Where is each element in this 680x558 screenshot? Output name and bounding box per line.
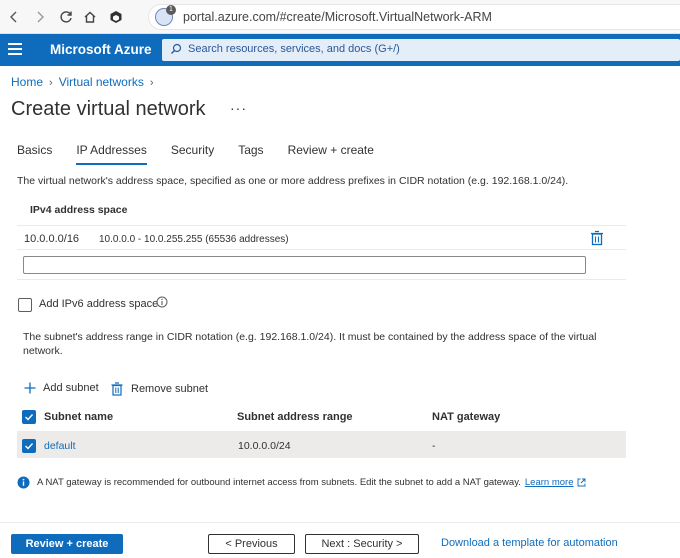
trash-icon: [111, 382, 123, 396]
divider: [17, 225, 626, 226]
external-link-icon[interactable]: [577, 478, 586, 487]
subnet-name-link[interactable]: default: [44, 440, 76, 452]
previous-button[interactable]: < Previous: [208, 534, 295, 554]
address-space-cidr: 10.0.0.0/16: [24, 233, 80, 245]
more-options-button[interactable]: ···: [230, 100, 247, 116]
row-checkbox[interactable]: [22, 439, 36, 453]
tab-security[interactable]: Security: [171, 143, 214, 165]
delete-address-space-icon[interactable]: [590, 230, 604, 246]
nat-info-text: A NAT gateway is recommended for outboun…: [37, 477, 521, 488]
chevron-right-icon: ›: [149, 77, 154, 89]
table-row[interactable]: [17, 432, 626, 458]
ipv6-label: Add IPv6 address space: [39, 298, 159, 310]
tab-bar: Basics IP Addresses Security Tags Review…: [17, 143, 398, 165]
refresh-button[interactable]: [56, 7, 76, 27]
chevron-right-icon: ›: [49, 77, 53, 89]
search-icon: [171, 43, 182, 54]
browser-toolbar: 1 portal.azure.com/#create/Microsoft.Vir…: [0, 0, 680, 34]
home-button[interactable]: [80, 7, 100, 27]
footer-divider: [0, 522, 680, 523]
address-bar[interactable]: 1 portal.azure.com/#create/Microsoft.Vir…: [148, 4, 680, 30]
breadcrumb-home[interactable]: Home: [11, 75, 43, 89]
ipv6-checkbox[interactable]: [18, 298, 32, 312]
subnet-address-range: 10.0.0.0/24: [238, 440, 291, 452]
extension-button[interactable]: [106, 7, 126, 27]
nat-info-message: A NAT gateway is recommended for outboun…: [17, 476, 586, 489]
tab-basics[interactable]: Basics: [17, 143, 52, 165]
add-subnet-button[interactable]: Add subnet: [24, 382, 99, 394]
review-create-button[interactable]: Review + create: [11, 534, 123, 554]
add-subnet-label: Add subnet: [43, 382, 99, 394]
subnet-nat-gateway: -: [432, 440, 436, 452]
divider: [17, 249, 626, 250]
info-icon[interactable]: [156, 296, 168, 308]
tab-tags[interactable]: Tags: [238, 143, 263, 165]
column-header-nat-gateway: NAT gateway: [432, 411, 501, 423]
address-space-description: The virtual network's address space, spe…: [17, 175, 569, 187]
ipv4-address-space-header: IPv4 address space: [30, 204, 128, 216]
search-input[interactable]: Search resources, services, and docs (G+…: [162, 39, 680, 61]
tab-ip-addresses[interactable]: IP Addresses: [76, 143, 147, 165]
breadcrumb-virtual-networks[interactable]: Virtual networks: [59, 75, 144, 89]
cube-icon: [110, 11, 122, 23]
learn-more-link[interactable]: Learn more: [525, 477, 574, 488]
url-text: portal.azure.com/#create/Microsoft.Virtu…: [183, 10, 492, 24]
plus-icon: [24, 382, 36, 394]
subnet-description: The subnet's address range in CIDR notat…: [23, 331, 597, 357]
download-template-link[interactable]: Download a template for automation: [441, 537, 618, 549]
menu-icon[interactable]: [8, 43, 22, 57]
tab-review-create[interactable]: Review + create: [288, 143, 374, 165]
search-placeholder: Search resources, services, and docs (G+…: [188, 43, 400, 55]
checkmark-icon: [25, 414, 34, 421]
page-title: Create virtual network: [11, 98, 206, 120]
brand-name[interactable]: Microsoft Azure: [50, 42, 152, 57]
divider: [17, 279, 626, 280]
new-address-space-input[interactable]: [23, 256, 586, 274]
home-icon: [84, 11, 96, 23]
azure-top-bar: Microsoft Azure Search resources, servic…: [0, 34, 680, 66]
column-header-subnet-name: Subnet name: [44, 411, 114, 423]
breadcrumb: Home › Virtual networks ›: [11, 75, 160, 89]
checkmark-icon: [25, 443, 34, 450]
refresh-icon: [60, 11, 72, 23]
remove-subnet-button[interactable]: Remove subnet: [111, 382, 208, 396]
back-button[interactable]: [4, 7, 24, 27]
forward-arrow-icon: [37, 11, 44, 23]
next-security-button[interactable]: Next : Security >: [305, 534, 419, 554]
remove-subnet-label: Remove subnet: [131, 383, 209, 395]
address-space-range: 10.0.0.0 - 10.0.255.255 (65536 addresses…: [99, 234, 289, 245]
info-filled-icon: [17, 476, 30, 489]
column-header-subnet-address-range: Subnet address range: [237, 411, 353, 423]
back-arrow-icon: [10, 11, 17, 23]
select-all-checkbox[interactable]: [22, 410, 36, 424]
notification-badge: 1: [166, 5, 176, 15]
forward-button[interactable]: [30, 7, 50, 27]
